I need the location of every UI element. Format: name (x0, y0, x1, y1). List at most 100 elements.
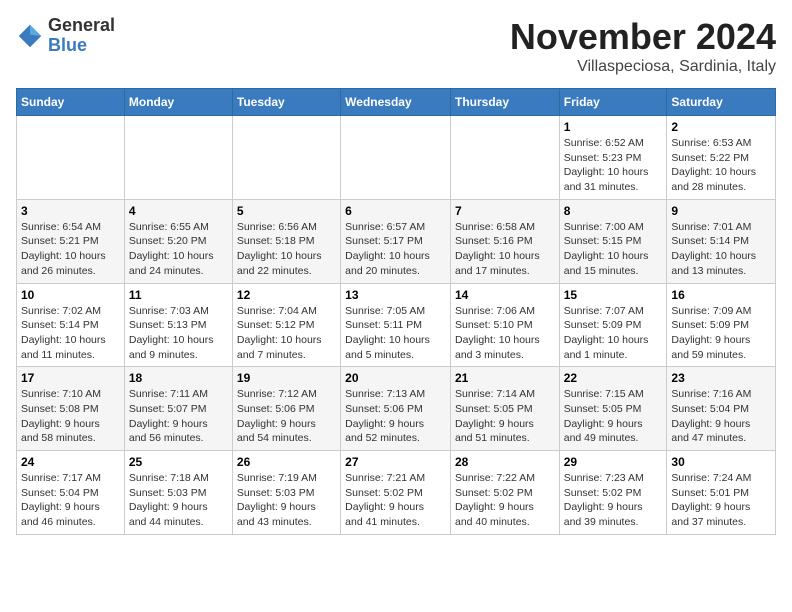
day-info: Sunrise: 7:03 AM Sunset: 5:13 PM Dayligh… (129, 304, 228, 363)
day-info: Sunrise: 6:57 AM Sunset: 5:17 PM Dayligh… (345, 220, 446, 279)
day-number: 25 (129, 455, 228, 469)
location-subtitle: Villaspeciosa, Sardinia, Italy (510, 58, 776, 76)
day-number: 22 (564, 371, 663, 385)
day-number: 9 (671, 204, 771, 218)
day-info: Sunrise: 7:16 AM Sunset: 5:04 PM Dayligh… (671, 387, 771, 446)
calendar-day-header: Sunday (17, 89, 125, 116)
calendar-day-header: Thursday (450, 89, 559, 116)
day-number: 23 (671, 371, 771, 385)
day-info: Sunrise: 7:19 AM Sunset: 5:03 PM Dayligh… (237, 471, 336, 530)
calendar-cell: 18Sunrise: 7:11 AM Sunset: 5:07 PM Dayli… (124, 367, 232, 451)
calendar-cell (17, 116, 125, 200)
calendar-cell: 15 Sunrise: 7:07 AM Sunset: 5:09 PM Dayli… (559, 283, 667, 367)
calendar-cell: 3 Sunrise: 6:54 AM Sunset: 5:21 PM Daylig… (17, 199, 125, 283)
day-info: Sunrise: 7:15 AM Sunset: 5:05 PM Dayligh… (564, 387, 663, 446)
calendar-week-row: 10Sunrise: 7:02 AM Sunset: 5:14 PM Dayli… (17, 283, 776, 367)
day-number: 12 (237, 288, 336, 302)
day-number: 13 (345, 288, 446, 302)
day-info: Sunrise: 7:23 AM Sunset: 5:02 PM Dayligh… (564, 471, 663, 530)
calendar-cell (341, 116, 451, 200)
calendar-cell: 27 Sunrise: 7:21 AM Sunset: 5:02 PM Dayli… (341, 451, 451, 535)
day-number: 15 (564, 288, 663, 302)
calendar-cell: 16 Sunrise: 7:09 AM Sunset: 5:09 PM Dayli… (667, 283, 776, 367)
day-info: Sunrise: 7:17 AM Sunset: 5:04 PM Dayligh… (21, 471, 120, 530)
day-info: Sunrise: 7:00 AM Sunset: 5:15 PM Dayligh… (564, 220, 663, 279)
day-info: Sunrise: 7:21 AM Sunset: 5:02 PM Dayligh… (345, 471, 446, 530)
calendar-cell: 25 Sunrise: 7:18 AM Sunset: 5:03 PM Dayli… (124, 451, 232, 535)
day-number: 10 (21, 288, 120, 302)
logo: General Blue (16, 16, 115, 56)
day-info: Sunrise: 6:56 AM Sunset: 5:18 PM Dayligh… (237, 220, 336, 279)
calendar-cell: 11 Sunrise: 7:03 AM Sunset: 5:13 PM Dayli… (124, 283, 232, 367)
day-info: Sunrise: 6:55 AM Sunset: 5:20 PM Dayligh… (129, 220, 228, 279)
day-info: Sunrise: 6:58 AM Sunset: 5:16 PM Dayligh… (455, 220, 555, 279)
day-info: Sunrise: 7:18 AM Sunset: 5:03 PM Dayligh… (129, 471, 228, 530)
day-info: Sunrise: 7:12 AM Sunset: 5:06 PM Dayligh… (237, 387, 336, 446)
day-info: Sunrise: 7:09 AM Sunset: 5:09 PM Dayligh… (671, 304, 771, 363)
day-number: 30 (671, 455, 771, 469)
calendar-cell: 30 Sunrise: 7:24 AM Sunset: 5:01 PM Dayli… (667, 451, 776, 535)
day-number: 17 (21, 371, 120, 385)
calendar-cell: 23 Sunrise: 7:16 AM Sunset: 5:04 PM Dayli… (667, 367, 776, 451)
day-info: Sunrise: 7:11 AM Sunset: 5:07 PM Dayligh… (129, 387, 228, 446)
calendar-cell: 7 Sunrise: 6:58 AM Sunset: 5:16 PM Daylig… (450, 199, 559, 283)
calendar-cell: 2 Sunrise: 6:53 AM Sunset: 5:22 PM Daylig… (667, 116, 776, 200)
day-number: 8 (564, 204, 663, 218)
day-info: Sunrise: 6:52 AM Sunset: 5:23 PM Dayligh… (564, 136, 663, 195)
calendar-cell: 10Sunrise: 7:02 AM Sunset: 5:14 PM Dayli… (17, 283, 125, 367)
day-number: 24 (21, 455, 120, 469)
calendar-cell: 5 Sunrise: 6:56 AM Sunset: 5:18 PM Daylig… (232, 199, 340, 283)
day-number: 3 (21, 204, 120, 218)
calendar-cell: 8 Sunrise: 7:00 AM Sunset: 5:15 PM Daylig… (559, 199, 667, 283)
calendar-week-row: 1 Sunrise: 6:52 AM Sunset: 5:23 PM Daylig… (17, 116, 776, 200)
calendar-cell: 28Sunrise: 7:22 AM Sunset: 5:02 PM Dayli… (450, 451, 559, 535)
calendar-week-row: 17 Sunrise: 7:10 AM Sunset: 5:08 PM Dayli… (17, 367, 776, 451)
day-number: 11 (129, 288, 228, 302)
logo-text: General Blue (48, 16, 115, 56)
calendar-table: SundayMondayTuesdayWednesdayThursdayFrid… (16, 88, 776, 535)
day-number: 2 (671, 120, 771, 134)
calendar-cell: 24 Sunrise: 7:17 AM Sunset: 5:04 PM Dayli… (17, 451, 125, 535)
day-number: 28 (455, 455, 555, 469)
month-title: November 2024 (510, 16, 776, 58)
calendar-cell: 9 Sunrise: 7:01 AM Sunset: 5:14 PM Daylig… (667, 199, 776, 283)
calendar-day-header: Friday (559, 89, 667, 116)
calendar-cell (232, 116, 340, 200)
day-number: 5 (237, 204, 336, 218)
day-number: 20 (345, 371, 446, 385)
day-number: 29 (564, 455, 663, 469)
day-info: Sunrise: 7:05 AM Sunset: 5:11 PM Dayligh… (345, 304, 446, 363)
calendar-cell: 20 Sunrise: 7:13 AM Sunset: 5:06 PM Dayli… (341, 367, 451, 451)
day-number: 27 (345, 455, 446, 469)
calendar-cell: 6 Sunrise: 6:57 AM Sunset: 5:17 PM Daylig… (341, 199, 451, 283)
day-number: 1 (564, 120, 663, 134)
logo-icon (16, 22, 44, 50)
day-number: 16 (671, 288, 771, 302)
day-number: 6 (345, 204, 446, 218)
calendar-day-header: Wednesday (341, 89, 451, 116)
day-number: 7 (455, 204, 555, 218)
day-info: Sunrise: 6:53 AM Sunset: 5:22 PM Dayligh… (671, 136, 771, 195)
calendar-cell (450, 116, 559, 200)
day-info: Sunrise: 7:07 AM Sunset: 5:09 PM Dayligh… (564, 304, 663, 363)
calendar-cell: 1 Sunrise: 6:52 AM Sunset: 5:23 PM Daylig… (559, 116, 667, 200)
calendar-cell: 26 Sunrise: 7:19 AM Sunset: 5:03 PM Dayli… (232, 451, 340, 535)
calendar-cell: 12Sunrise: 7:04 AM Sunset: 5:12 PM Dayli… (232, 283, 340, 367)
calendar-cell: 22 Sunrise: 7:15 AM Sunset: 5:05 PM Dayli… (559, 367, 667, 451)
day-info: Sunrise: 7:24 AM Sunset: 5:01 PM Dayligh… (671, 471, 771, 530)
page-header: General Blue November 2024 Villaspeciosa… (16, 16, 776, 76)
day-info: Sunrise: 7:01 AM Sunset: 5:14 PM Dayligh… (671, 220, 771, 279)
calendar-cell: 4Sunrise: 6:55 AM Sunset: 5:20 PM Daylig… (124, 199, 232, 283)
day-number: 21 (455, 371, 555, 385)
day-info: Sunrise: 7:14 AM Sunset: 5:05 PM Dayligh… (455, 387, 555, 446)
day-info: Sunrise: 7:10 AM Sunset: 5:08 PM Dayligh… (21, 387, 120, 446)
calendar-day-header: Saturday (667, 89, 776, 116)
day-number: 26 (237, 455, 336, 469)
day-info: Sunrise: 6:54 AM Sunset: 5:21 PM Dayligh… (21, 220, 120, 279)
calendar-day-header: Tuesday (232, 89, 340, 116)
calendar-cell: 21 Sunrise: 7:14 AM Sunset: 5:05 PM Dayli… (450, 367, 559, 451)
day-number: 14 (455, 288, 555, 302)
calendar-cell: 14Sunrise: 7:06 AM Sunset: 5:10 PM Dayli… (450, 283, 559, 367)
calendar-day-header: Monday (124, 89, 232, 116)
day-info: Sunrise: 7:13 AM Sunset: 5:06 PM Dayligh… (345, 387, 446, 446)
